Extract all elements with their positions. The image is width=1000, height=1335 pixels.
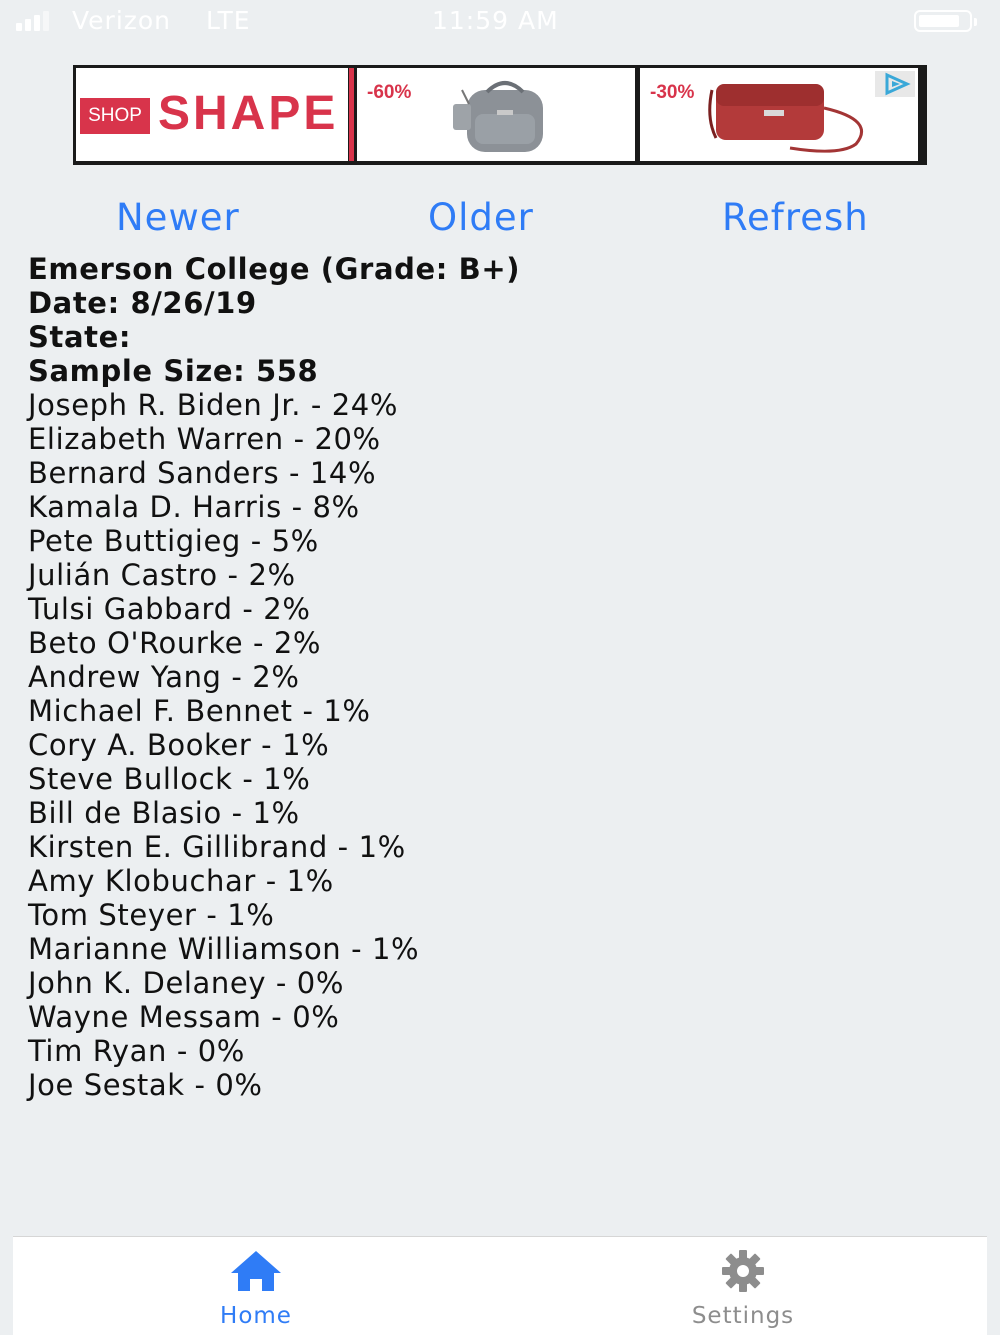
poll-result-row: Tulsi Gabbard - 2% [28,592,311,626]
ad-banner[interactable]: SHOP SHAPE -60% -30% [73,65,927,165]
poll-result-row: John K. Delaney - 0% [28,966,345,1000]
poll-result-row: Bill de Blasio - 1% [28,796,300,830]
older-button[interactable]: Older [428,196,534,239]
poll-details: Emerson College (Grade: B+) Date: 8/26/1… [28,252,520,1102]
ad-shop-logo[interactable]: SHOP SHAPE [76,68,348,161]
poll-result-row: Kirsten E. Gillibrand - 1% [28,830,406,864]
poll-result-row: Cory A. Booker - 1% [28,728,330,762]
poll-result-row: Joe Sestak - 0% [28,1068,263,1102]
poll-result-row: Tim Ryan - 0% [28,1034,245,1068]
poll-result-row: Tom Steyer - 1% [28,898,275,932]
poll-result-row: Beto O'Rourke - 2% [28,626,322,660]
poll-result-row: Wayne Messam - 0% [28,1000,340,1034]
tab-settings[interactable]: Settings [643,1237,843,1335]
status-bar: Verizon LTE 11:59 AM [0,0,1000,42]
poll-result-row: Kamala D. Harris - 8% [28,490,360,524]
ad-brand-name: SHAPE [158,87,339,140]
poll-result-row: Marianne Williamson - 1% [28,932,420,966]
tab-home-label: Home [220,1303,292,1329]
home-icon [231,1251,281,1291]
poll-sample-size: Sample Size: 558 [28,354,319,388]
newer-button[interactable]: Newer [116,196,240,239]
battery-icon [914,10,977,32]
poll-result-row: Michael F. Bennet - 1% [28,694,371,728]
poll-result-row: Bernard Sanders - 14% [28,456,377,490]
pollster-name: Emerson College (Grade: B+) [28,252,521,286]
refresh-button[interactable]: Refresh [722,196,869,239]
poll-result-row: Steve Bullock - 1% [28,762,311,796]
status-time: 11:59 AM [432,6,559,35]
tab-home[interactable]: Home [156,1237,356,1335]
poll-state: State: [28,320,132,354]
ad-divider [349,68,354,161]
carrier-name: Verizon [72,6,172,35]
poll-result-row: Pete Buttigieg - 5% [28,524,319,558]
ad-shop-tag: SHOP [80,98,150,134]
ad-choices-icon[interactable] [875,71,915,97]
poll-result-row: Andrew Yang - 2% [28,660,300,694]
backpack-image [453,81,543,152]
poll-result-row: Elizabeth Warren - 20% [28,422,381,456]
gear-icon [722,1250,764,1292]
network-type: LTE [206,6,251,35]
poll-results-list: Joseph R. Biden Jr. - 24% Elizabeth Warr… [28,388,520,1102]
tab-bar: Home Settings [13,1236,987,1335]
poll-result-row: Amy Klobuchar - 1% [28,864,334,898]
poll-date: Date: 8/26/19 [28,286,257,320]
tab-settings-label: Settings [691,1303,795,1329]
ad-product-handbag[interactable]: -30% [640,68,918,161]
ad-product-backpack[interactable]: -60% [357,68,635,161]
poll-result-row: Joseph R. Biden Jr. - 24% [28,388,398,422]
poll-result-row: Julián Castro - 2% [28,558,296,592]
signal-strength-icon [16,11,49,31]
